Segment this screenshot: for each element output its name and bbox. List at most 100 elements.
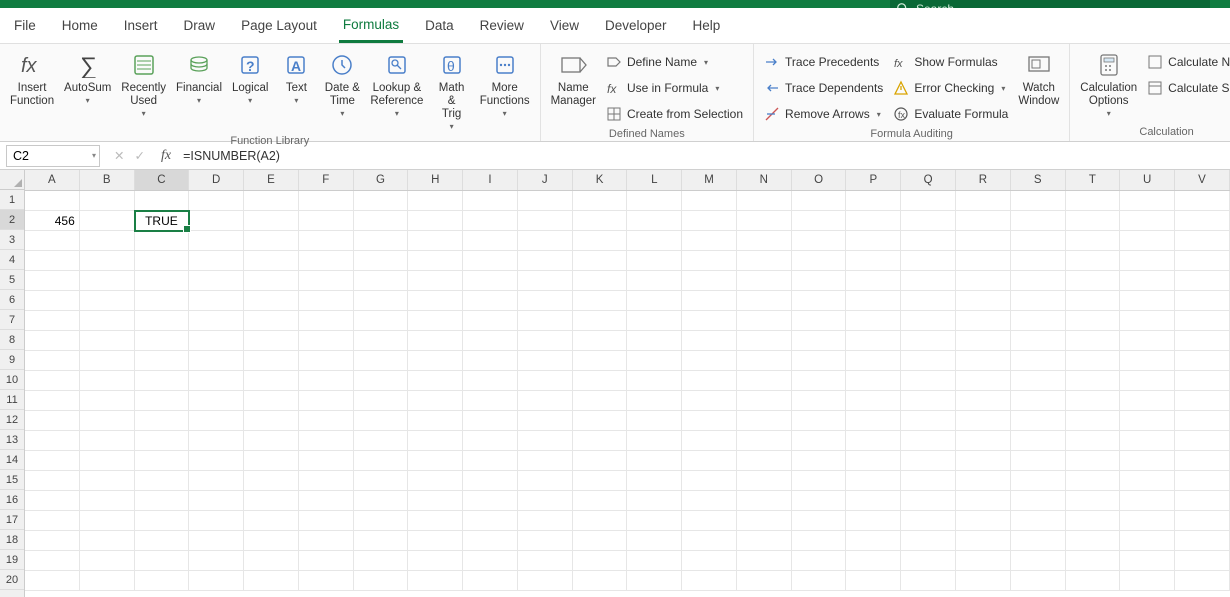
- column-header[interactable]: E: [244, 170, 299, 190]
- cell[interactable]: [901, 491, 956, 511]
- cell[interactable]: [682, 211, 737, 231]
- cell[interactable]: [80, 231, 135, 251]
- cell[interactable]: [244, 451, 299, 471]
- row-header[interactable]: 3: [0, 230, 24, 250]
- cell[interactable]: [1120, 191, 1175, 211]
- cell[interactable]: [1120, 551, 1175, 571]
- cell[interactable]: [1066, 331, 1121, 351]
- date-time-button[interactable]: Date & Time ▾: [320, 48, 364, 120]
- cell[interactable]: [354, 451, 409, 471]
- cell[interactable]: [1011, 311, 1066, 331]
- cell[interactable]: [135, 551, 190, 571]
- cell[interactable]: [244, 231, 299, 251]
- cell[interactable]: [627, 351, 682, 371]
- cell[interactable]: [682, 511, 737, 531]
- cell[interactable]: [244, 351, 299, 371]
- cell[interactable]: [25, 471, 80, 491]
- cell[interactable]: [1120, 571, 1175, 591]
- tab-insert[interactable]: Insert: [120, 10, 162, 41]
- cell[interactable]: [1066, 571, 1121, 591]
- row-header[interactable]: 4: [0, 250, 24, 270]
- cell[interactable]: [354, 371, 409, 391]
- cell[interactable]: [463, 371, 518, 391]
- column-header[interactable]: K: [573, 170, 628, 190]
- cell[interactable]: [901, 351, 956, 371]
- cell[interactable]: [846, 291, 901, 311]
- cell[interactable]: [189, 271, 244, 291]
- cell[interactable]: [792, 211, 847, 231]
- cell[interactable]: [463, 511, 518, 531]
- cell[interactable]: [189, 431, 244, 451]
- column-header[interactable]: A: [25, 170, 80, 190]
- cell[interactable]: [792, 511, 847, 531]
- row-header[interactable]: 15: [0, 470, 24, 490]
- cell[interactable]: [80, 471, 135, 491]
- cell[interactable]: [956, 311, 1011, 331]
- cell[interactable]: [1066, 491, 1121, 511]
- remove-arrows-button[interactable]: Remove Arrows ▾: [760, 102, 887, 126]
- cell[interactable]: [901, 431, 956, 451]
- cell[interactable]: [1066, 391, 1121, 411]
- cell[interactable]: [299, 411, 354, 431]
- cell[interactable]: [573, 271, 628, 291]
- cell[interactable]: [463, 491, 518, 511]
- cell[interactable]: [354, 351, 409, 371]
- cell[interactable]: [737, 571, 792, 591]
- cell[interactable]: [792, 291, 847, 311]
- cell[interactable]: [135, 351, 190, 371]
- cell[interactable]: [463, 431, 518, 451]
- cell[interactable]: [573, 531, 628, 551]
- name-manager-button[interactable]: Name Manager: [547, 48, 600, 110]
- row-header[interactable]: 7: [0, 310, 24, 330]
- cell[interactable]: [189, 571, 244, 591]
- cell[interactable]: [1175, 211, 1230, 231]
- cell[interactable]: [627, 211, 682, 231]
- cell[interactable]: [1120, 391, 1175, 411]
- cell[interactable]: [1066, 431, 1121, 451]
- row-header[interactable]: 20: [0, 570, 24, 590]
- cell[interactable]: [901, 231, 956, 251]
- more-functions-button[interactable]: More Functions ▾: [476, 48, 534, 120]
- cell[interactable]: [244, 191, 299, 211]
- cell[interactable]: [956, 391, 1011, 411]
- cell[interactable]: [408, 451, 463, 471]
- cell[interactable]: [1120, 351, 1175, 371]
- cell[interactable]: [956, 511, 1011, 531]
- cell[interactable]: [792, 251, 847, 271]
- cell[interactable]: [901, 571, 956, 591]
- cell[interactable]: [463, 391, 518, 411]
- cell[interactable]: [244, 271, 299, 291]
- cell[interactable]: [682, 491, 737, 511]
- cell[interactable]: [518, 291, 573, 311]
- cell[interactable]: [299, 311, 354, 331]
- column-header[interactable]: Q: [901, 170, 956, 190]
- cell[interactable]: [80, 351, 135, 371]
- cell[interactable]: [299, 271, 354, 291]
- cell[interactable]: [135, 231, 190, 251]
- cell[interactable]: [80, 371, 135, 391]
- cell[interactable]: [901, 471, 956, 491]
- cell[interactable]: [408, 411, 463, 431]
- cell[interactable]: [80, 291, 135, 311]
- cell[interactable]: [1120, 251, 1175, 271]
- cell[interactable]: [846, 491, 901, 511]
- cell[interactable]: [80, 391, 135, 411]
- cell[interactable]: [792, 371, 847, 391]
- cell[interactable]: [408, 291, 463, 311]
- cell[interactable]: [1011, 371, 1066, 391]
- cell[interactable]: [518, 491, 573, 511]
- cell[interactable]: [80, 191, 135, 211]
- select-all-corner[interactable]: [0, 170, 24, 190]
- cell[interactable]: [846, 311, 901, 331]
- watch-window-button[interactable]: Watch Window: [1014, 48, 1063, 110]
- cell[interactable]: [737, 431, 792, 451]
- cell[interactable]: [901, 451, 956, 471]
- math-trig-button[interactable]: θ Math & Trig ▾: [429, 48, 473, 133]
- cell[interactable]: [627, 511, 682, 531]
- tab-view[interactable]: View: [546, 10, 583, 41]
- cell[interactable]: [792, 471, 847, 491]
- calculation-options-button[interactable]: Calculation Options ▾: [1076, 48, 1141, 120]
- cell[interactable]: [463, 351, 518, 371]
- cell[interactable]: [901, 511, 956, 531]
- cell[interactable]: [25, 291, 80, 311]
